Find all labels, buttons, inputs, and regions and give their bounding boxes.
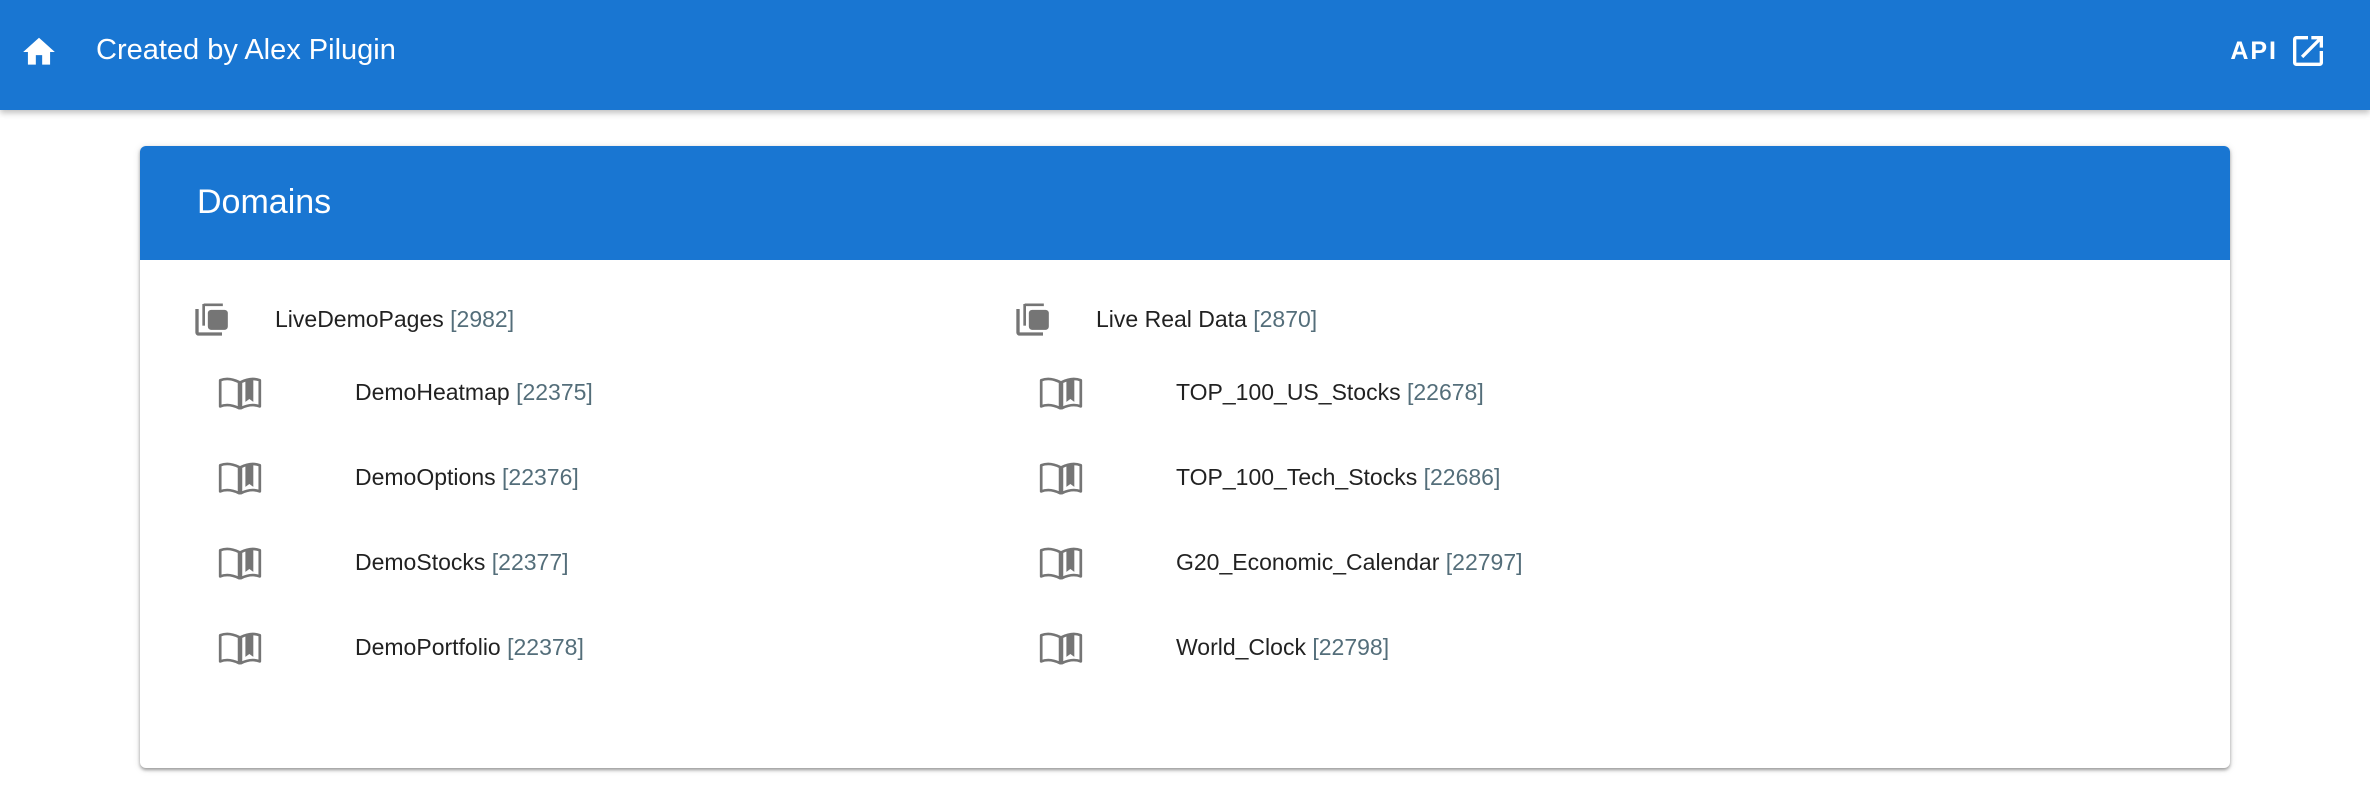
library-icon [195,303,228,336]
page-id: [22378] [507,634,584,660]
app-title: Created by Alex Pilugin [96,34,396,66]
page-name: TOP_100_Tech_Stocks [1176,464,1418,490]
page-name: World_Clock [1176,634,1306,660]
book-open-icon [218,462,262,495]
page-name: DemoOptions [355,464,496,490]
page-item[interactable]: TOP_100_Tech_Stocks [22686] [961,434,1661,519]
page-item[interactable]: DemoStocks [22377] [140,519,840,604]
page-link[interactable]: DemoStocks [22377] [355,546,569,578]
book-open-icon [218,632,262,665]
card-header: Domains [140,146,2230,260]
app-bar: Created by Alex Pilugin API [0,0,2370,110]
page-link[interactable]: G20_Economic_Calendar [22797] [1176,546,1523,578]
page-link[interactable]: DemoPortfolio [22378] [355,631,584,663]
page-item[interactable]: DemoOptions [22376] [140,434,840,519]
page-id: [22375] [516,379,593,405]
page-name: G20_Economic_Calendar [1176,549,1440,575]
book-open-icon [218,377,262,410]
page-item[interactable]: DemoHeatmap [22375] [140,349,840,434]
book-open-icon [1039,377,1083,410]
page-item[interactable]: TOP_100_US_Stocks [22678] [961,349,1661,434]
page-id: [22686] [1423,464,1501,490]
domain-name: LiveDemoPages [275,306,444,332]
domain-id: [2982] [450,306,515,332]
home-button[interactable] [12,25,66,79]
open-in-new-icon [2293,36,2323,66]
page-name: DemoHeatmap [355,379,510,405]
page-list: DemoHeatmap [22375] DemoOptions [22376] [140,349,840,689]
page-item[interactable]: World_Clock [22798] [961,604,1661,689]
api-label: API [2230,36,2278,65]
domain-link[interactable]: LiveDemoPages [2982] [275,303,514,335]
library-icon [1016,303,1049,336]
page-link[interactable]: DemoHeatmap [22375] [355,376,593,408]
domain-item[interactable]: Live Real Data [2870] [961,289,1661,349]
book-open-icon [1039,547,1083,580]
page-id: [22376] [502,464,579,490]
domain-name: Live Real Data [1096,306,1247,332]
book-open-icon [218,547,262,580]
page-id: [22797] [1445,549,1523,575]
card-title: Domains [197,183,332,221]
page-link[interactable]: World_Clock [22798] [1176,631,1389,663]
domain-link[interactable]: Live Real Data [2870] [1096,303,1317,335]
domains-card: Domains LiveDemoPages [2982] DemoHeatmap… [140,146,2230,768]
page-link[interactable]: TOP_100_Tech_Stocks [22686] [1176,461,1500,493]
page-list: TOP_100_US_Stocks [22678] TOP_100_Tech_S… [961,349,1661,689]
domain-column-1: LiveDemoPages [2982] DemoHeatmap [22375] [140,289,840,689]
domain-item[interactable]: LiveDemoPages [2982] [140,289,840,349]
domain-column-2: Live Real Data [2870] TOP_100_US_Stocks … [961,289,1661,689]
api-button[interactable]: API [2230,26,2328,76]
page-link[interactable]: TOP_100_US_Stocks [22678] [1176,376,1484,408]
page-id: [22377] [491,549,569,575]
page-id: [22678] [1406,379,1484,405]
page-name: DemoPortfolio [355,634,501,660]
page-id: [22798] [1312,634,1390,660]
page-name: TOP_100_US_Stocks [1176,379,1401,405]
page-item[interactable]: G20_Economic_Calendar [22797] [961,519,1661,604]
book-open-icon [1039,462,1083,495]
page-name: DemoStocks [355,549,486,575]
book-open-icon [1039,632,1083,665]
page-link[interactable]: DemoOptions [22376] [355,461,579,493]
domain-id: [2870] [1253,306,1318,332]
home-icon [23,37,55,65]
page-item[interactable]: DemoPortfolio [22378] [140,604,840,689]
